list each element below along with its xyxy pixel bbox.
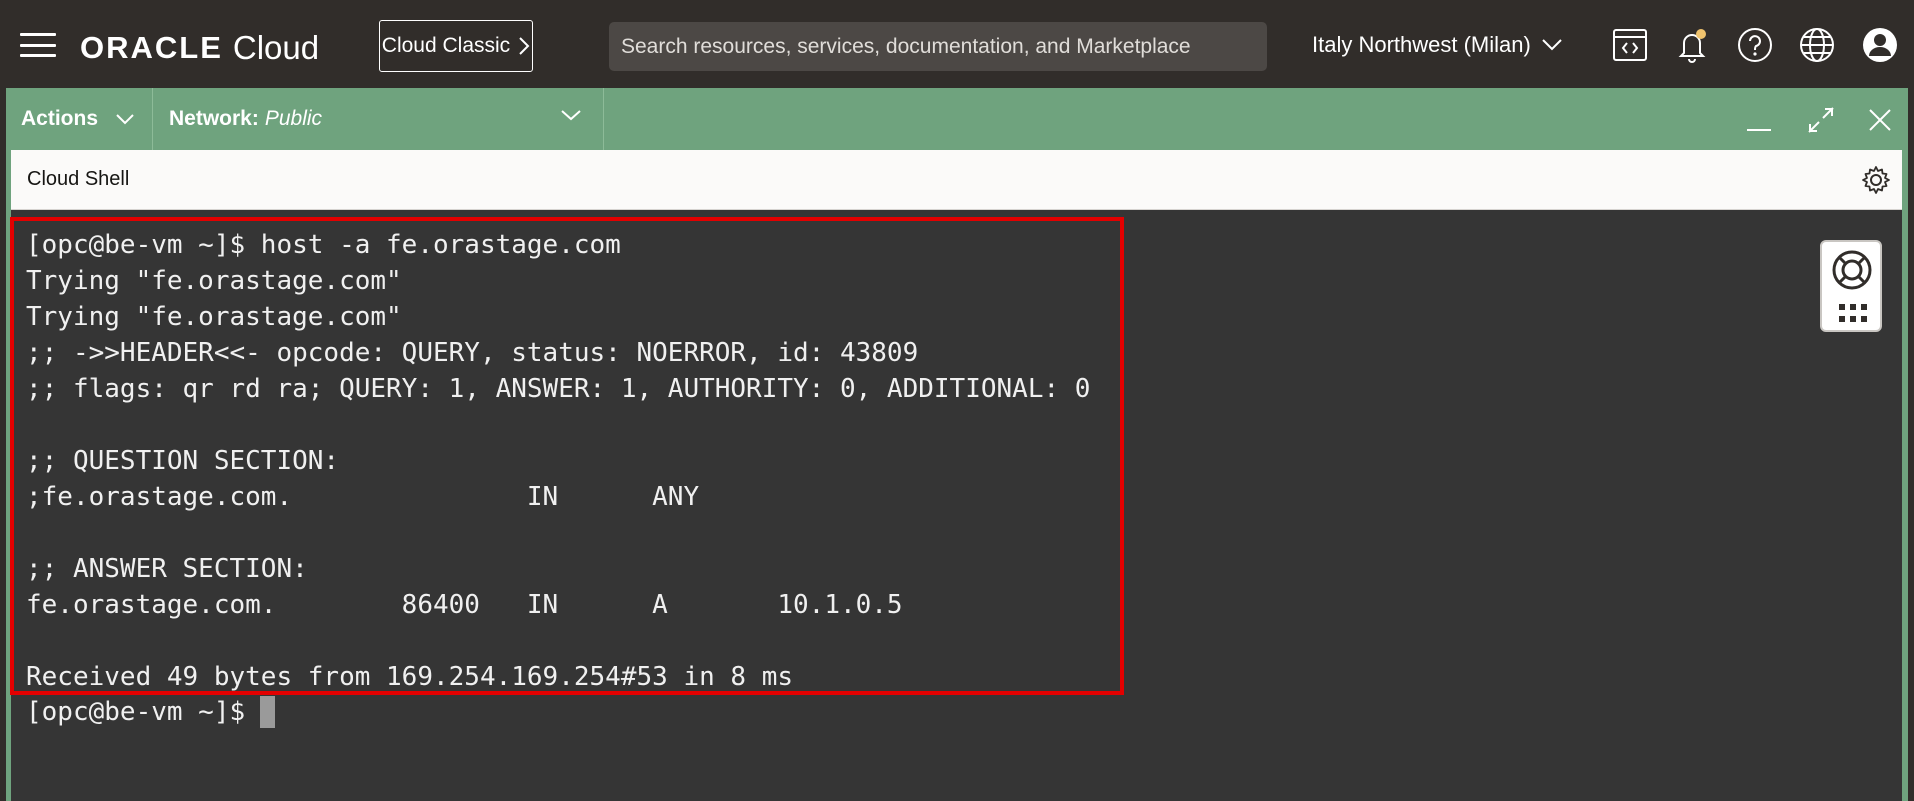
terminal-line: fe.orastage.com. 86400 IN A 10.1.0.5: [26, 590, 903, 620]
user-icon[interactable]: [1860, 25, 1900, 65]
cloud-classic-button[interactable]: Cloud Classic: [379, 20, 533, 72]
terminal-output: [opc@be-vm ~]$ host -a fe.orastage.com Tr…: [26, 227, 1090, 695]
actions-label: Actions: [21, 107, 99, 130]
actions-menu[interactable]: Actions: [6, 88, 153, 150]
help-icon[interactable]: [1735, 25, 1775, 65]
terminal-prompt: [opc@be-vm ~]$: [26, 697, 246, 727]
oracle-cloud-logo[interactable]: ORACLE Cloud: [80, 29, 320, 66]
terminal-line: ;; ANSWER SECTION:: [26, 554, 308, 584]
developer-tools-icon[interactable]: [1610, 25, 1650, 65]
chevron-down-icon: [561, 110, 581, 121]
terminal-line: ;fe.orastage.com. IN ANY: [26, 482, 700, 512]
logo-cloud-text: Cloud: [232, 29, 320, 66]
network-label: Network:: [169, 107, 259, 130]
logo-oracle-text: ORACLE: [80, 30, 223, 65]
chevron-right-icon: [519, 37, 530, 55]
minimize-icon[interactable]: [1743, 104, 1775, 136]
apps-grid-icon: [1839, 304, 1869, 322]
search-input[interactable]: [609, 22, 1267, 71]
top-header: ORACLE Cloud Cloud Classic Italy Northwe…: [0, 0, 1914, 88]
region-label: Italy Northwest (Milan): [1312, 32, 1531, 57]
shell-title: Cloud Shell: [27, 168, 130, 190]
chevron-down-icon: [1542, 39, 1562, 51]
globe-icon[interactable]: [1797, 25, 1837, 65]
terminal-line: ;; QUESTION SECTION:: [26, 446, 340, 476]
cloud-classic-label: Cloud Classic: [381, 34, 511, 57]
terminal-line: ;; ->>HEADER<<- opcode: QUERY, status: N…: [26, 338, 919, 368]
restore-icon[interactable]: [1805, 104, 1837, 136]
terminal-line: [opc@be-vm ~]$ host -a fe.orastage.com: [26, 230, 621, 260]
chevron-down-icon: [116, 114, 134, 125]
bell-icon[interactable]: [1672, 25, 1712, 65]
terminal-line: Trying "fe.orastage.com": [26, 302, 402, 332]
shell-titlebar: Cloud Shell: [11, 150, 1902, 210]
terminal-line: Received 49 bytes from 169.254.169.254#5…: [26, 662, 794, 692]
network-selector[interactable]: Network: Public: [153, 88, 604, 150]
terminal-line: ;; flags: qr rd ra; QUERY: 1, ANSWER: 1,…: [26, 374, 1091, 404]
terminal-line: Trying "fe.orastage.com": [26, 266, 402, 296]
help-widget[interactable]: [1820, 240, 1882, 332]
gear-icon[interactable]: [1860, 164, 1892, 196]
terminal-prompt-line[interactable]: [opc@be-vm ~]$: [26, 694, 276, 730]
region-selector[interactable]: Italy Northwest (Milan): [1312, 28, 1563, 62]
close-icon[interactable]: [1864, 104, 1896, 136]
terminal[interactable]: [opc@be-vm ~]$ host -a fe.orastage.com Tr…: [11, 210, 1902, 801]
shell-action-bar: Actions Network: Public: [6, 88, 1908, 150]
network-value: Public: [264, 107, 323, 130]
navigation-menu-icon[interactable]: [20, 33, 56, 57]
lifebuoy-icon: [1832, 250, 1872, 290]
terminal-cursor: [260, 696, 276, 728]
